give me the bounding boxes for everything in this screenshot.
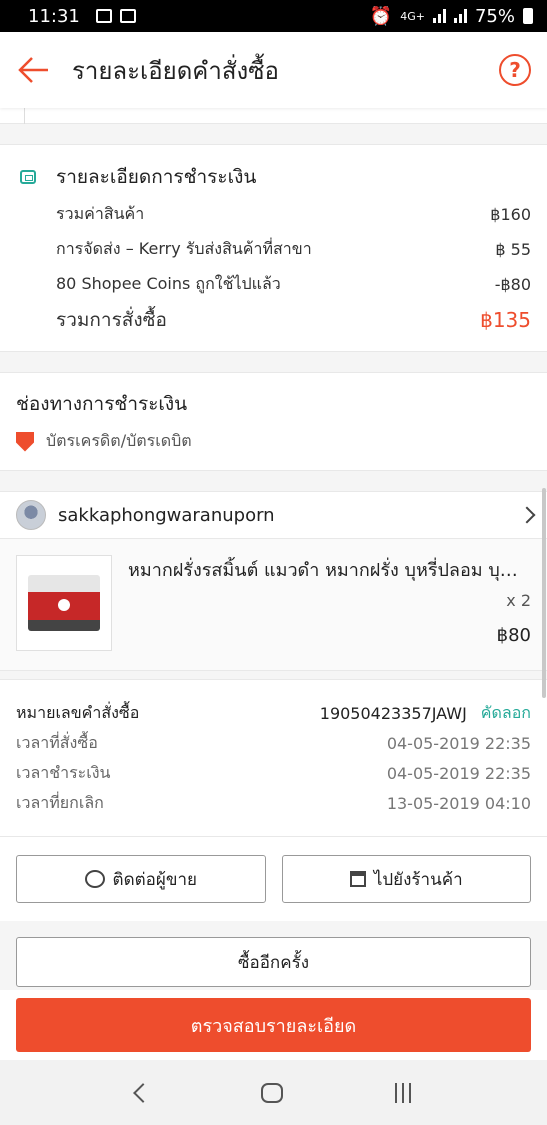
payment-row-label: รวมค่าสินค้า — [56, 204, 145, 223]
chat-icon — [84, 870, 105, 888]
signal-icon — [432, 9, 446, 23]
address-card-partial — [0, 108, 547, 124]
scrollbar[interactable] — [542, 488, 546, 698]
order-info-label: เวลาชำระเงิน — [16, 762, 111, 782]
money-icon — [20, 170, 36, 184]
payment-row-label: 80 Shopee Coins ถูกใช้ไปแล้ว — [56, 274, 281, 293]
order-info-value: 04-05-2019 22:35 — [386, 763, 531, 783]
order-info-value: 13-05-2019 04:10 — [386, 793, 531, 813]
payment-method-value: บัตรเครดิต/บัตรเดบิต — [46, 431, 192, 450]
order-info-label: เวลาที่สั่งซื้อ — [16, 732, 98, 752]
copy-button[interactable]: คัดลอก — [481, 701, 531, 726]
status-bar: 11:31 ⏰ 4G+ 75% — [0, 0, 547, 32]
gallery-icon — [95, 9, 112, 23]
shield-icon — [16, 431, 34, 452]
payment-details-card: รายละเอียดการชำระเงิน รวมค่าสินค้า ฿160 … — [0, 144, 547, 352]
product-thumbnail — [16, 555, 112, 651]
order-number-value: 19050423357JAWJ — [319, 703, 467, 723]
mail-icon — [119, 9, 136, 23]
cancel-time-row: เวลาที่ยกเลิก 13-05-2019 04:10 — [16, 788, 531, 818]
order-number-row: หมายเลขคำสั่งซื้อ 19050423357JAWJ คัดลอก — [16, 698, 531, 728]
battery-icon — [523, 8, 533, 24]
nav-recent-apps-icon[interactable] — [395, 1082, 412, 1103]
signal-icon-2 — [453, 9, 467, 23]
network-type: 4G+ — [400, 9, 425, 23]
product-price: ฿80 — [496, 625, 531, 646]
app-header: รายละเอียดคำสั่งซื้อ ? — [0, 32, 547, 108]
contact-seller-label: ติดต่อผู้ขาย — [112, 869, 197, 890]
scroll-content[interactable]: รายละเอียดการชำระเงิน รวมค่าสินค้า ฿160 … — [0, 108, 547, 1003]
store-icon — [349, 871, 366, 887]
order-total-label: รวมการสั่งซื้อ — [56, 308, 167, 331]
status-time: 11:31 — [28, 5, 80, 27]
payment-method-card: ช่องทางการชำระเงิน บัตรเครดิต/บัตรเดบิต — [0, 372, 547, 471]
battery-percent: 75% — [474, 5, 515, 27]
order-time-row: เวลาที่สั่งซื้อ 04-05-2019 22:35 — [16, 728, 531, 758]
nav-back-icon[interactable] — [132, 1082, 153, 1103]
payment-method-title: ช่องทางการชำระเงิน — [16, 393, 188, 415]
payment-row-subtotal: รวมค่าสินค้า ฿160 — [16, 197, 531, 232]
action-buttons: ติดต่อผู้ขาย ไปยังร้านค้า — [0, 837, 547, 921]
seller-row[interactable]: sakkaphongwaranuporn — [0, 491, 547, 539]
order-info-value: 04-05-2019 22:35 — [386, 733, 531, 753]
seller-name: sakkaphongwaranuporn — [58, 504, 275, 526]
order-info-label: เวลาที่ยกเลิก — [16, 792, 104, 812]
back-button[interactable] — [14, 50, 54, 90]
avatar — [16, 500, 46, 530]
product-quantity: x 2 — [506, 591, 531, 610]
payment-row-value: ฿160 — [490, 205, 531, 224]
payment-row-value: -฿80 — [494, 275, 531, 294]
payment-details-title: รายละเอียดการชำระเงิน — [56, 166, 257, 188]
payment-row-coins: 80 Shopee Coins ถูกใช้ไปแล้ว -฿80 — [16, 267, 531, 302]
payment-time-row: เวลาชำระเงิน 04-05-2019 22:35 — [16, 758, 531, 788]
alarm-icon: ⏰ — [369, 5, 393, 27]
go-to-shop-label: ไปยังร้านค้า — [373, 869, 463, 890]
chevron-right-icon — [518, 506, 536, 524]
order-total-value: ฿135 — [480, 307, 531, 332]
system-nav-bar — [0, 1060, 547, 1125]
page-title: รายละเอียดคำสั่งซื้อ — [72, 56, 279, 85]
bottom-action-bar: ตรวจสอบรายละเอียด — [0, 990, 547, 1060]
order-info-card: หมายเลขคำสั่งซื้อ 19050423357JAWJ คัดลอก… — [0, 679, 547, 837]
order-number-label: หมายเลขคำสั่งซื้อ — [16, 702, 140, 722]
help-button[interactable]: ? — [499, 54, 531, 86]
payment-row-label: การจัดส่ง – Kerry รับส่งสินค้าที่สาขา — [56, 239, 312, 258]
payment-row-shipping: การจัดส่ง – Kerry รับส่งสินค้าที่สาขา ฿ … — [16, 232, 531, 267]
product-name: หมากฝรั่งรสมิ้นต์ แมวดำ หมากฝรั่ง บุหรี่… — [128, 560, 528, 581]
check-details-button[interactable]: ตรวจสอบรายละเอียด — [16, 998, 531, 1052]
contact-seller-button[interactable]: ติดต่อผู้ขาย — [16, 855, 266, 903]
arrow-left-icon — [18, 57, 48, 83]
product-item[interactable]: หมากฝรั่งรสมิ้นต์ แมวดำ หมากฝรั่ง บุหรี่… — [0, 539, 547, 671]
payment-row-total: รวมการสั่งซื้อ ฿135 — [16, 302, 531, 337]
payment-row-value: ฿ 55 — [495, 240, 531, 259]
go-to-shop-button[interactable]: ไปยังร้านค้า — [281, 855, 531, 903]
buy-again-button[interactable]: ซื้ออีกครั้ง — [16, 937, 531, 987]
nav-home-icon[interactable] — [261, 1082, 284, 1103]
